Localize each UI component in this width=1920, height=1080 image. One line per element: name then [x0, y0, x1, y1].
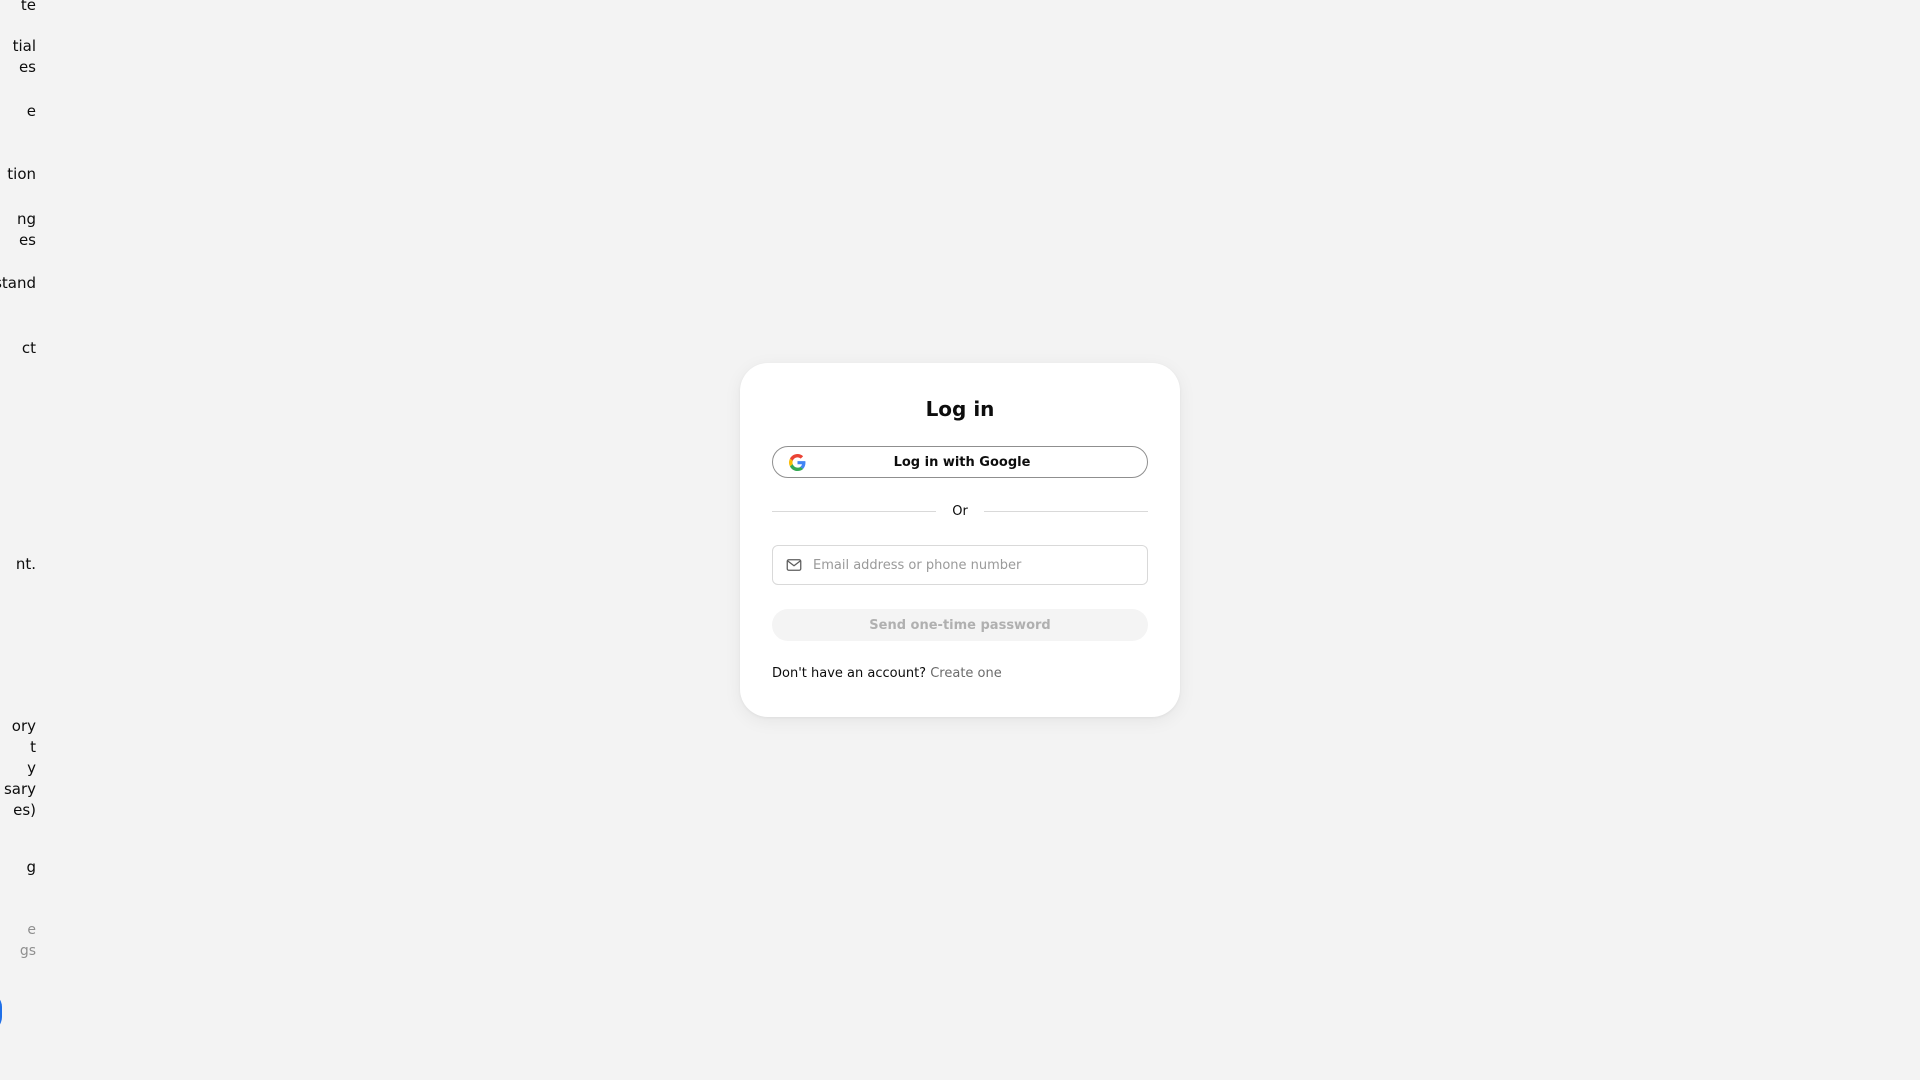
side-item: ct	[21, 339, 36, 357]
side-item: ory t y sary es)	[3, 717, 36, 819]
side-item: stand	[0, 274, 36, 292]
divider-line	[772, 510, 937, 512]
login-page: te tial es e tion ng es stand ct nt. ory…	[0, 0, 1920, 1080]
create-account-link[interactable]: Create one	[930, 666, 1002, 681]
side-item: tion	[7, 165, 36, 183]
side-item: ng es	[16, 210, 36, 249]
background-side-panel: te tial es e tion ng es stand ct nt. ory…	[0, 0, 60, 1080]
divider-text: Or	[952, 503, 968, 519]
login-dialog: Log in Log in with Google Or Send one-ti…	[740, 363, 1180, 717]
no-account-text: Don't have an account?	[772, 666, 927, 681]
email-field[interactable]	[772, 545, 1148, 585]
send-otp-button[interactable]: Send one-time password	[772, 609, 1148, 641]
side-item: e gs	[19, 922, 36, 959]
google-g-icon	[789, 454, 806, 471]
google-login-label: Log in with Google	[893, 454, 1031, 470]
signup-prompt: Don't have an account? Create one	[772, 665, 1002, 683]
or-divider: Or	[772, 501, 1149, 521]
side-item: e	[26, 102, 36, 120]
side-action-button[interactable]	[0, 993, 2, 1031]
side-item: nt.	[15, 555, 36, 573]
side-item: tial es	[12, 37, 36, 76]
divider-line	[983, 510, 1149, 512]
side-item: te	[20, 0, 36, 14]
google-login-button[interactable]: Log in with Google	[772, 446, 1148, 478]
side-item: g	[26, 858, 36, 876]
mail-icon	[786, 559, 802, 571]
login-title: Log in	[925, 397, 995, 421]
email-input[interactable]	[813, 557, 1133, 573]
